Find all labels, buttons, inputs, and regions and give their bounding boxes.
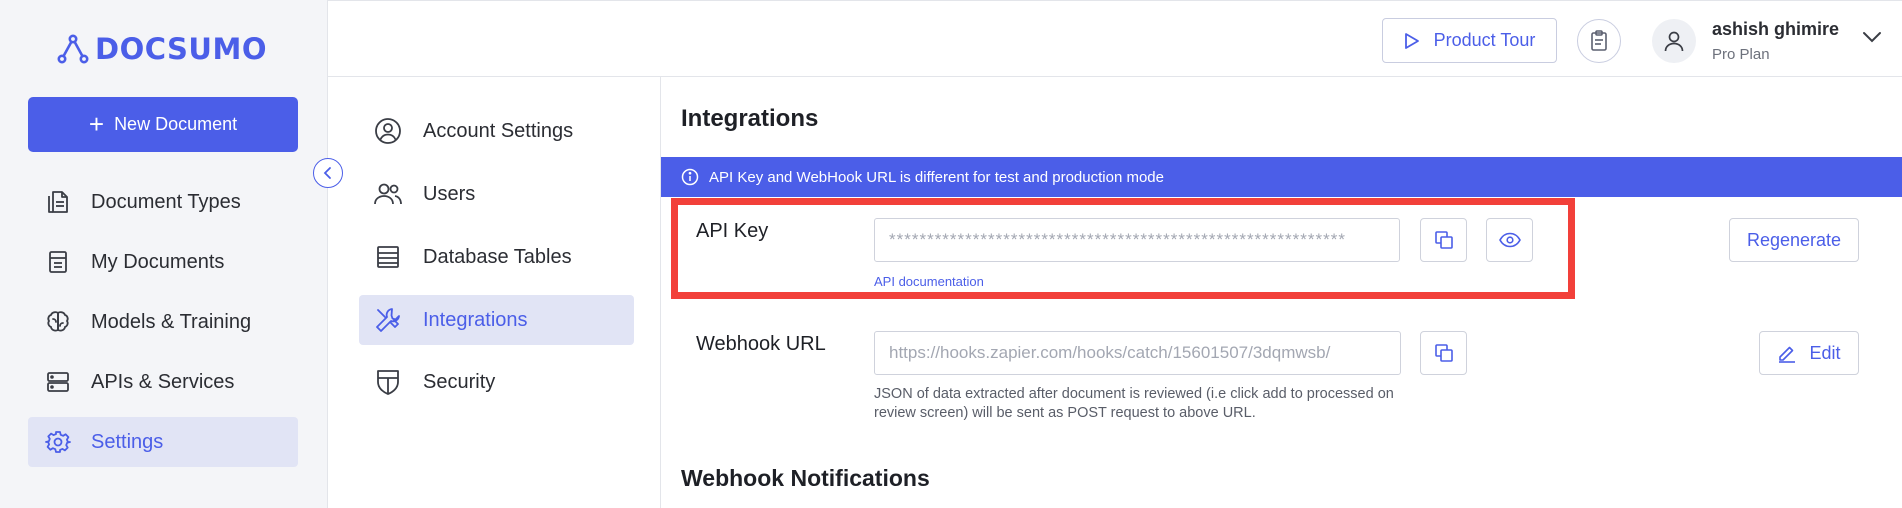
copy-webhook-url-button[interactable] [1420,331,1467,375]
settings-nav-label: Security [423,370,496,393]
sidebar-item-label: Models & Training [91,310,252,333]
shield-icon [373,367,403,397]
gear-icon [43,427,73,457]
page-title: Integrations [681,105,819,132]
avatar[interactable] [1652,19,1696,63]
settings-nav-database-tables[interactable]: Database Tables [359,232,634,282]
top-header: Product Tour ashish ghimire Pro Plan [328,0,1902,77]
sidebar-item-settings[interactable]: Settings [28,417,298,467]
settings-nav-account-settings[interactable]: Account Settings [359,106,634,156]
copy-api-key-button[interactable] [1420,218,1467,262]
edit-label: Edit [1809,342,1841,363]
api-key-label: API Key [696,220,769,242]
user-icon [1662,29,1686,53]
settings-nav-security[interactable]: Security [359,357,634,407]
edit-webhook-button[interactable]: Edit [1759,331,1859,375]
sidebar-item-my-documents[interactable]: My Documents [28,237,298,287]
sidebar-item-label: Document Types [91,190,241,213]
my-documents-icon [43,247,73,277]
sidebar-item-label: My Documents [91,250,225,273]
user-name: ashish ghimire [1712,19,1840,39]
sidebar-item-apis-services[interactable]: APIs & Services [28,357,298,407]
sidebar-nav: Document Types My Documents Models & Tra… [28,177,298,477]
clipboard-icon [1589,30,1609,52]
info-icon [681,168,699,186]
document-types-icon [43,187,73,217]
sidebar-item-models-training[interactable]: Models & Training [28,297,298,347]
brand-logo[interactable]: DOCSUMO [57,32,267,66]
play-icon [1404,32,1420,50]
sidebar: DOCSUMO + New Document Document Types My… [0,0,328,508]
brain-icon [43,307,73,337]
clipboard-button[interactable] [1577,19,1621,63]
api-key-input[interactable]: ****************************************… [874,218,1400,262]
product-tour-button[interactable]: Product Tour [1382,18,1557,63]
settings-nav-integrations[interactable]: Integrations [359,295,634,345]
settings-nav-label: Integrations [423,308,528,331]
sidebar-item-document-types[interactable]: Document Types [28,177,298,227]
settings-nav: Account Settings Users Database Tables I… [328,77,661,508]
settings-nav-label: Users [423,182,476,205]
webhook-helper-text: JSON of data extracted after document is… [874,386,1394,421]
collapse-sidebar-button[interactable] [313,158,343,188]
integrations-panel: Integrations API Key and WebHook URL is … [661,77,1902,508]
plus-icon: + [88,108,105,139]
sidebar-item-label: APIs & Services [91,370,235,393]
webhook-notifications-title: Webhook Notifications [681,465,930,491]
webhook-url-input[interactable]: https://hooks.zapier.com/hooks/catch/156… [874,331,1401,375]
api-documentation-link[interactable]: API documentation [874,274,984,289]
show-api-key-button[interactable] [1486,218,1533,262]
settings-nav-label: Account Settings [423,119,574,142]
sidebar-item-label: Settings [91,430,164,453]
user-menu-toggle[interactable] [1862,31,1882,43]
account-icon [373,116,403,146]
brand-name: DOCSUMO [95,32,267,66]
copy-icon [1434,230,1454,250]
server-icon [43,367,73,397]
table-icon [373,242,403,272]
users-icon [373,179,403,209]
info-banner-text: API Key and WebHook URL is different for… [709,168,1164,186]
user-plan: Pro Plan [1712,46,1770,63]
chevron-down-icon [1862,31,1882,43]
settings-nav-users[interactable]: Users [359,169,634,219]
regenerate-label: Regenerate [1746,229,1842,250]
webhook-url-label: Webhook URL [696,333,826,355]
regenerate-button[interactable]: Regenerate [1729,218,1859,262]
tools-icon [373,305,403,335]
copy-icon [1434,343,1454,363]
info-banner: API Key and WebHook URL is different for… [661,157,1902,197]
eye-icon [1498,232,1521,248]
edit-icon [1777,343,1797,363]
chevron-left-icon [321,166,335,180]
new-document-label: New Document [114,114,238,134]
docsumo-logo-icon [57,33,89,65]
settings-nav-label: Database Tables [423,245,572,268]
product-tour-label: Product Tour [1433,30,1536,50]
new-document-button[interactable]: + New Document [28,97,298,152]
